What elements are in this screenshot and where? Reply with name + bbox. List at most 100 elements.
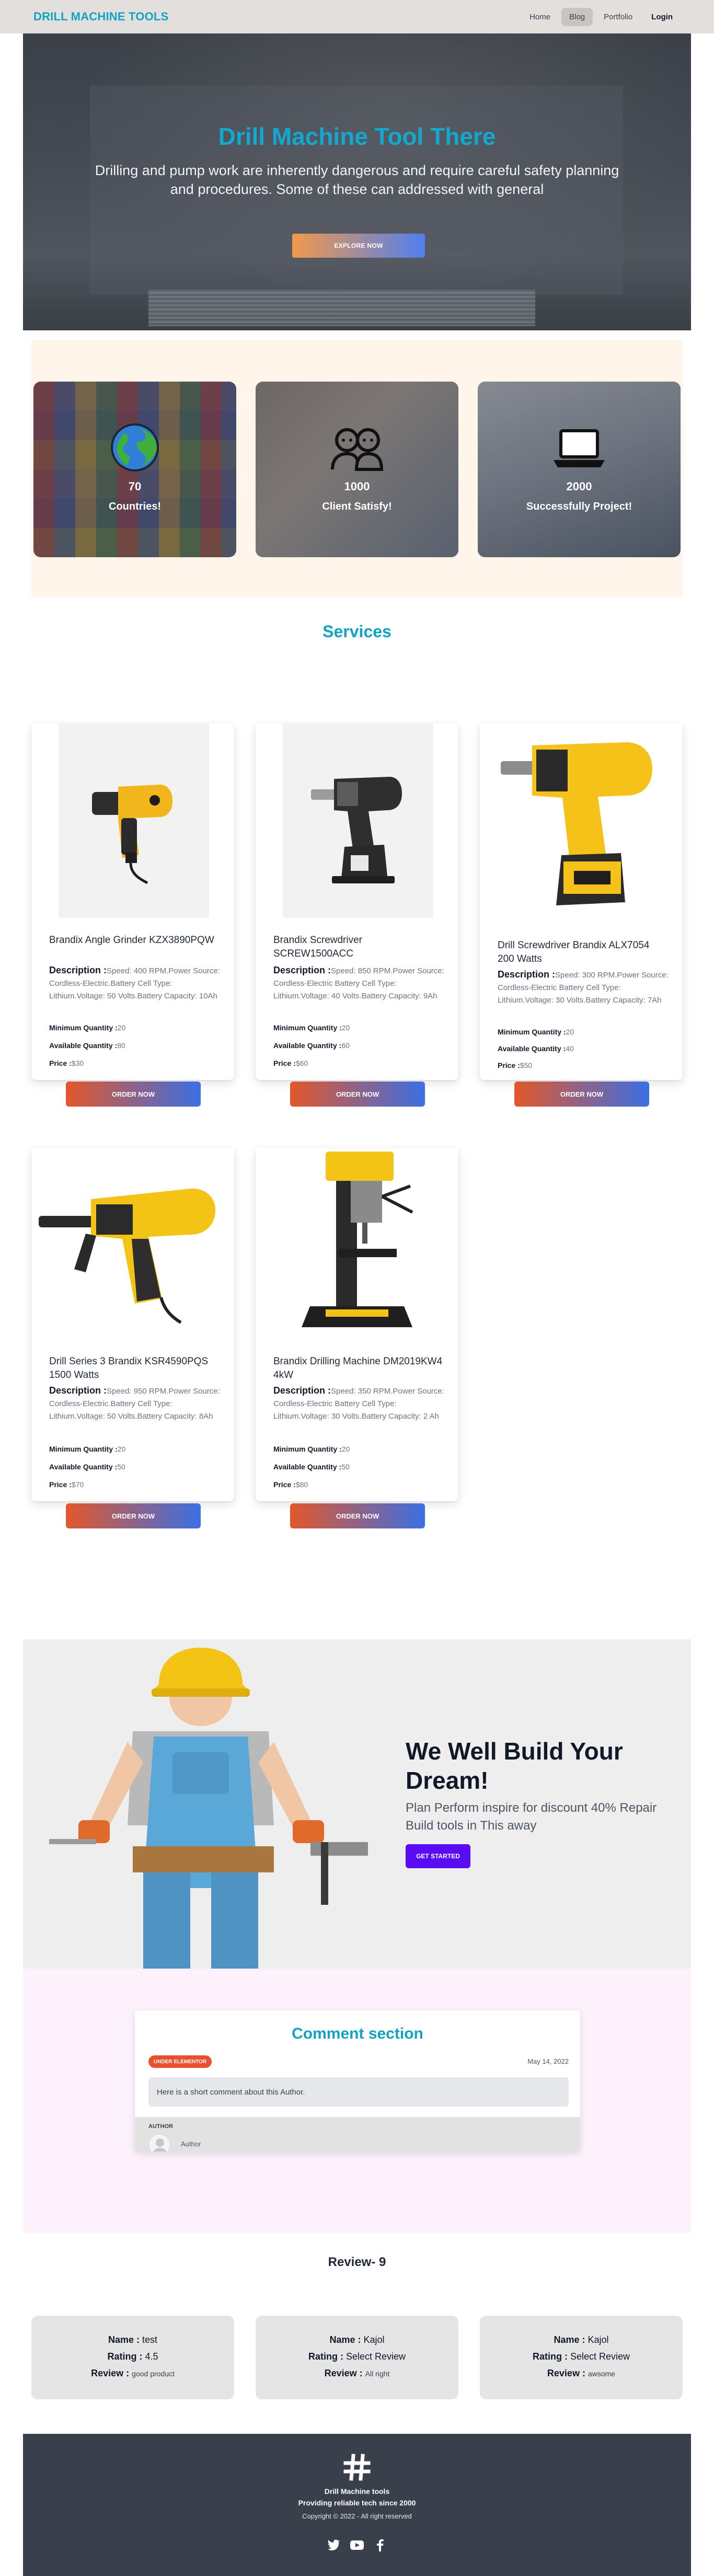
- stat-label: Countries!: [109, 501, 161, 512]
- product-image: [496, 723, 668, 924]
- footer-title: Drill Machine tools: [324, 2487, 390, 2496]
- product-available-quantity: Available Quantity :50: [273, 1463, 350, 1471]
- product-available-quantity: Available Quantity :80: [49, 1041, 125, 1050]
- comment-card: Comment section UNDER ELEMENTOR May 14, …: [135, 2010, 580, 2152]
- banner-text: Plan Perform inspire for discount 40% Re…: [406, 1801, 657, 1833]
- brand-logo-text[interactable]: DRILL MACHINE TOOLS: [33, 10, 168, 24]
- review-card: Name : test Rating : 4.5 Review : good p…: [31, 2316, 234, 2399]
- stat-label: Successfully Project!: [526, 501, 632, 512]
- stat-value: 2000: [566, 480, 592, 493]
- order-now-button[interactable]: ORDER NOW: [290, 1082, 425, 1107]
- laptop-icon: [554, 429, 605, 467]
- hero-background-metal: [148, 290, 535, 326]
- users-icon: [331, 428, 384, 471]
- footer-copyright: Copyright © 2022 - All right reserved: [302, 2512, 412, 2520]
- twitter-icon[interactable]: [327, 2538, 341, 2552]
- worker-illustration: [49, 1648, 368, 1969]
- globe-icon: [111, 423, 159, 472]
- product-card: Drill Screwdriver Brandix ALX7054 200 Wa…: [480, 723, 683, 1080]
- nav-menu: Home Blog Portfolio Login: [522, 7, 681, 26]
- hashtag-logo-icon: [343, 2454, 371, 2481]
- product-description: Description :Speed: 400 RPM.Power Source…: [49, 965, 220, 1000]
- product-card: Brandix Drilling Machine DM2019KW4 4kW D…: [256, 1148, 458, 1501]
- product-available-quantity: Available Quantity :60: [273, 1041, 350, 1050]
- product-name: Drill Screwdriver Brandix ALX7054 200 Wa…: [498, 940, 650, 964]
- footer: Drill Machine tools Providing reliable t…: [23, 2434, 691, 2576]
- product-available-quantity: Available Quantity :40: [498, 1044, 574, 1053]
- user-avatar-icon: [153, 2138, 167, 2152]
- product-image: [256, 1148, 458, 1339]
- product-min-quantity: Minimum Quantity :20: [273, 1445, 350, 1453]
- hammer-drill-icon: [39, 1188, 216, 1324]
- nav-item-login[interactable]: Login: [643, 8, 681, 26]
- avatar: [148, 2134, 170, 2152]
- stat-label: Client Satisfy!: [322, 501, 392, 512]
- product-price: Price :$50: [498, 1061, 533, 1070]
- hero-section: Drill Machine Tool There Drilling and pu…: [23, 33, 691, 330]
- review-text: Review : good product: [91, 2368, 175, 2378]
- category-badge[interactable]: UNDER ELEMENTOR: [148, 2055, 212, 2068]
- product-name: Brandix Screwdriver SCREW1500ACC: [273, 935, 362, 959]
- hero-title: Drill Machine Tool There: [218, 123, 496, 150]
- services-title: Services: [323, 622, 391, 641]
- nav-item-home[interactable]: Home: [522, 8, 558, 26]
- product-price: Price :$30: [49, 1059, 84, 1067]
- comment-date: May 14, 2022: [527, 2057, 569, 2065]
- order-now-button[interactable]: ORDER NOW: [514, 1082, 649, 1107]
- review-card: Name : Kajol Rating : Select Review Revi…: [480, 2316, 683, 2399]
- product-price: Price :$60: [273, 1059, 308, 1067]
- product-available-quantity: Available Quantity :50: [49, 1463, 125, 1471]
- product-card: Drill Series 3 Brandix KSR4590PQS 1500 W…: [31, 1148, 234, 1501]
- review-rating: Rating : Select Review: [532, 2351, 630, 2362]
- reviews-heading: Review- 9: [328, 2255, 386, 2269]
- navbar: DRILL MACHINE TOOLS Home Blog Portfolio …: [0, 0, 714, 33]
- explore-now-button[interactable]: EXPLORE NOW: [292, 234, 425, 258]
- youtube-icon[interactable]: [350, 2538, 364, 2552]
- get-started-button[interactable]: GET STARTED: [406, 1844, 470, 1868]
- product-card: Brandix Angle Grinder KZX3890PQW Descrip…: [31, 723, 234, 1080]
- stats-section: 70 Countries! 1000 Client Satisfy! 2000 …: [31, 340, 683, 597]
- review-card: Name : Kajol Rating : Select Review Revi…: [256, 2316, 458, 2399]
- stat-card-projects: 2000 Successfully Project!: [478, 382, 681, 557]
- product-description: Description :Speed: 300 RPM.Power Source…: [498, 969, 669, 1005]
- product-name: Drill Series 3 Brandix KSR4590PQS 1500 W…: [49, 1356, 209, 1381]
- review-name: Name : test: [108, 2334, 158, 2345]
- stat-value: 70: [128, 480, 142, 493]
- product-name: Brandix Drilling Machine DM2019KW4 4kW: [273, 1356, 443, 1381]
- banner-title: We Well Build Your Dream!: [406, 1738, 623, 1794]
- review-name: Name : Kajol: [554, 2334, 609, 2345]
- product-min-quantity: Minimum Quantity :20: [498, 1028, 574, 1036]
- stat-card-clients: 1000 Client Satisfy!: [256, 382, 458, 557]
- product-description: Description :Speed: 850 RPM.Power Source…: [273, 965, 444, 1000]
- stat-value: 1000: [344, 480, 370, 493]
- author-name: Author: [181, 2140, 201, 2148]
- product-image: [31, 1148, 234, 1339]
- product-min-quantity: Minimum Quantity :20: [49, 1024, 126, 1032]
- cordless-drill-icon: [311, 777, 402, 883]
- heat-gun-icon: [92, 785, 172, 884]
- review-rating: Rating : Select Review: [308, 2351, 406, 2362]
- nav-item-blog[interactable]: Blog: [561, 7, 593, 26]
- author-label: AUTHOR: [148, 2123, 174, 2130]
- stat-card-countries: 70 Countries!: [33, 382, 236, 557]
- product-description: Description :Speed: 950 RPM.Power Source…: [49, 1385, 220, 1421]
- author-panel: AUTHOR Author: [135, 2117, 580, 2152]
- nav-item-portfolio[interactable]: Portfolio: [596, 8, 640, 26]
- product-min-quantity: Minimum Quantity :20: [49, 1445, 126, 1453]
- product-price: Price :$80: [273, 1480, 308, 1489]
- order-now-button[interactable]: ORDER NOW: [290, 1503, 425, 1528]
- review-text: Review : All right: [324, 2368, 390, 2378]
- comment-section: Comment section UNDER ELEMENTOR May 14, …: [23, 1969, 691, 2233]
- product-description: Description :Speed: 350 RPM.Power Source…: [273, 1385, 444, 1421]
- facebook-icon[interactable]: [373, 2538, 387, 2552]
- product-price: Price :$70: [49, 1480, 84, 1489]
- review-text: Review : awsome: [547, 2368, 616, 2378]
- social-links: [23, 2538, 691, 2552]
- product-image: [59, 723, 209, 918]
- order-now-button[interactable]: ORDER NOW: [66, 1082, 201, 1107]
- order-now-button[interactable]: ORDER NOW: [66, 1503, 201, 1528]
- review-rating: Rating : 4.5: [107, 2351, 158, 2362]
- hero-text: Drilling and pump work are inherently da…: [95, 163, 619, 197]
- drill-press-icon: [302, 1152, 413, 1327]
- comment-section-title: Comment section: [292, 2025, 423, 2042]
